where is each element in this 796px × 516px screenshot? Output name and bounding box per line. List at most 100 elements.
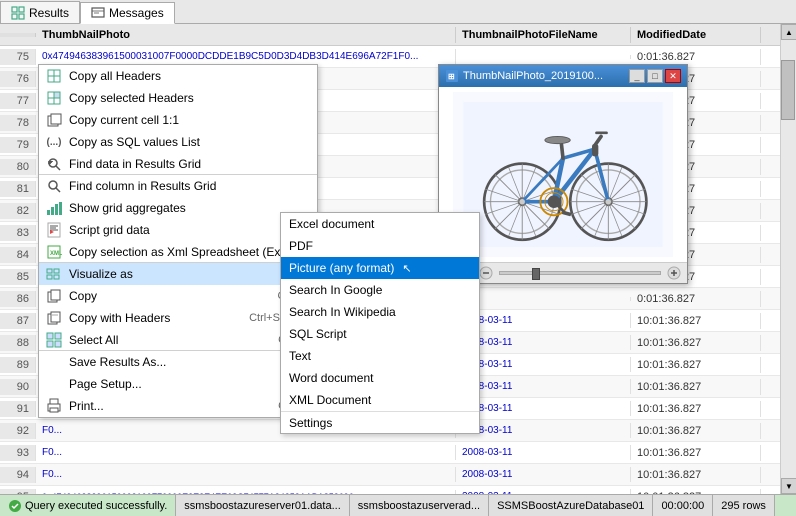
scroll-track[interactable] [781,40,796,478]
status-server2: ssmsboostazuserverad... [350,495,489,516]
select-all-icon [45,331,63,349]
thumbnail-minimize-btn[interactable]: _ [629,69,645,83]
copy-sql-icon: (...) [45,133,63,151]
status-time-text: 00:00:00 [661,500,704,512]
status-time: 00:00:00 [653,495,713,516]
svg-text:⊞: ⊞ [448,72,455,81]
menu-copy-selected-headers[interactable]: Copy selected Headers [39,87,317,109]
table-row[interactable]: 94 F0... 2008-03-11 10:01:36.827 [0,464,796,486]
menu-show-aggregates[interactable]: Show grid aggregates [39,197,317,219]
table-row[interactable]: 95 0x47494638396150003100F70000E2E3E4EE6… [0,486,796,494]
menu-find-data[interactable]: Find data in Results Grid [39,153,317,175]
col-header-modified: ModifiedDate [631,27,761,43]
menu-save-results[interactable]: Save Results As... [39,351,317,373]
submenu-text-label: Text [289,349,311,363]
submenu-sql-label: SQL Script [289,327,347,341]
tab-results[interactable]: Results [0,1,80,23]
zoom-slider[interactable] [499,271,661,275]
menu-copy-headers-label: Copy with Headers [69,311,170,325]
copy-icon [45,287,63,305]
thumbnail-maximize-btn[interactable]: □ [647,69,663,83]
submenu-sql[interactable]: SQL Script [281,323,479,345]
menu-print-label: Print... [69,399,104,413]
submenu-word[interactable]: Word document [281,367,479,389]
visualize-icon [45,265,63,283]
zoom-plus-icon[interactable] [667,266,681,280]
scroll-thumb[interactable] [781,60,795,120]
submenu-pdf-label: PDF [289,239,313,253]
tab-messages[interactable]: Messages [80,2,175,24]
status-ok-icon [8,499,22,513]
bicycle-svg [463,102,663,247]
copy-all-headers-icon [45,67,63,85]
submenu-xml-label: XML Document [289,393,371,407]
menu-find-column[interactable]: Find column in Results Grid [39,175,317,197]
menu-copy-all-headers[interactable]: Copy all Headers [39,65,317,87]
submenu-pdf[interactable]: PDF [281,235,479,257]
status-query-text: Query executed successfully. [25,500,167,512]
submenu-settings[interactable]: Settings [281,411,479,433]
status-query: Query executed successfully. [0,495,176,516]
submenu-search-wikipedia[interactable]: Search In Wikipedia [281,301,479,323]
submenu-xml[interactable]: XML Document [281,389,479,411]
thumbnail-titlebar: ⊞ ThumbNailPhoto_2019100... _ □ ✕ [439,65,687,87]
copy-headers-icon [45,309,63,327]
status-server2-text: ssmsboostazuserverad... [358,500,480,512]
row-num-75: 75 [0,49,36,65]
grid-icon [11,6,25,20]
menu-copy-all-headers-label: Copy all Headers [69,69,161,83]
cell-filename-75 [456,55,631,59]
zoom-minus-icon[interactable] [479,266,493,280]
scroll-up-btn[interactable]: ▲ [781,24,796,40]
thumbnail-title: ThumbNailPhoto_2019100... [463,70,627,82]
submenu-word-label: Word document [289,371,374,385]
menu-copy-sql-label: Copy as SQL values List [69,135,200,149]
menu-find-data-label: Find data in Results Grid [69,157,201,171]
menu-visualize-as[interactable]: Visualize as ▶ [39,263,317,285]
tab-bar: Results Messages [0,0,796,24]
table-row[interactable]: 93 F0... 2008-03-11 10:01:36.827 [0,442,796,464]
menu-copy-current-cell[interactable]: Copy current cell 1:1 [39,109,317,131]
tab-messages-label: Messages [109,6,164,20]
menu-script-grid[interactable]: Script grid data [39,219,317,241]
message-icon [91,6,105,20]
thumbnail-close-btn[interactable]: ✕ [665,69,681,83]
menu-copy-cell-label: Copy current cell 1:1 [69,113,179,127]
context-menu: Copy all Headers Copy selected Headers C… [38,64,318,418]
cursor-indicator: ↖ [402,262,411,275]
submenu-picture-label: Picture (any format) [289,261,394,275]
submenu-settings-label: Settings [289,416,332,430]
menu-copy-xml[interactable]: XML Copy selection as Xml Spreadsheet (E… [39,241,317,263]
cell-modified-75: 0:01:36.827 [631,49,761,65]
vertical-scrollbar[interactable]: ▲ ▼ [780,24,796,494]
main-content: ThumbNailPhoto ThumbnailPhotoFileName Mo… [0,24,796,494]
status-server1-text: ssmsboostazureserver01.data... [184,500,341,512]
submenu-search-google[interactable]: Search In Google [281,279,479,301]
aggregates-icon [45,199,63,217]
status-database: SSMSBoostAzureDatabase01 [489,495,653,516]
submenu-text[interactable]: Text [281,345,479,367]
submenu-picture[interactable]: Picture (any format) ↖ [281,257,479,279]
copy-cell-icon [45,111,63,129]
col-header-filename: ThumbnailPhotoFileName [456,27,631,43]
find-column-icon [45,177,63,195]
menu-select-all[interactable]: Select All Ctrl+A [39,329,317,351]
scroll-down-btn[interactable]: ▼ [781,478,796,494]
page-setup-icon [45,375,63,393]
xml-icon: XML [45,243,63,261]
print-icon [45,397,63,415]
submenu-excel[interactable]: Excel document [281,213,479,235]
menu-copy-label: Copy [69,289,97,303]
copy-selected-headers-icon [45,89,63,107]
menu-copy-sql[interactable]: (...) Copy as SQL values List [39,131,317,153]
menu-print[interactable]: Print... Ctrl+P [39,395,317,417]
zoom-slider-thumb[interactable] [532,268,540,280]
menu-copy-headers[interactable]: Copy with Headers Ctrl+Shift+C [39,307,317,329]
submenu-search-wikipedia-label: Search In Wikipedia [289,305,396,319]
menu-page-setup-label: Page Setup... [69,377,142,391]
status-database-text: SSMSBoostAzureDatabase01 [497,500,644,512]
menu-page-setup[interactable]: Page Setup... [39,373,317,395]
menu-save-label: Save Results As... [69,355,166,369]
menu-copy[interactable]: Copy Ctrl+C [39,285,317,307]
status-rows-text: 295 rows [721,500,766,512]
